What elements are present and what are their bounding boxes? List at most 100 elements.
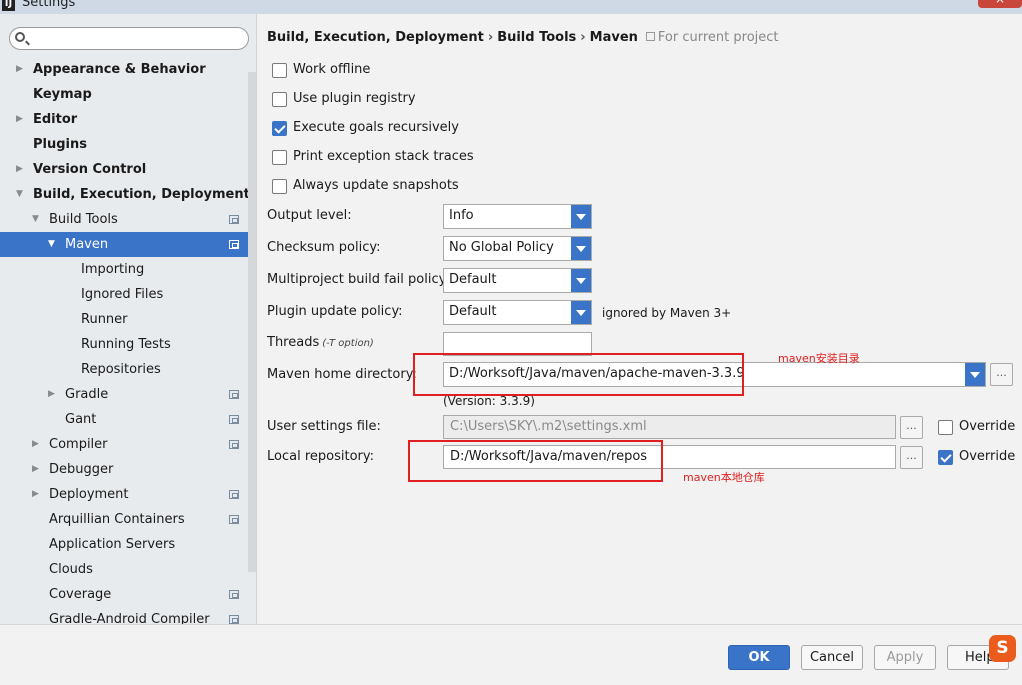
sidebar-item-label: Gant [65,412,97,427]
breadcrumb-separator: › [580,30,586,45]
plugin-update-policy-value: Default [449,304,497,319]
local-repository-highlight-box [408,440,663,482]
sidebar-scrollbar[interactable] [248,72,256,572]
sidebar-item-editor[interactable]: ▶ Editor [0,107,256,132]
output-level-select[interactable]: Info [443,204,592,229]
sidebar-item-version-control[interactable]: ▶ Version Control [0,157,256,182]
breadcrumb: Build, Execution, Deployment › Build Tools… [267,30,779,45]
chevron-down-icon[interactable] [571,205,591,228]
execute-goals-recursively-checkbox[interactable] [272,121,287,136]
chevron-down-icon[interactable] [571,301,591,324]
scope-indicator: For current project [645,30,779,45]
sidebar-item-clouds[interactable]: Clouds [0,557,256,582]
chevron-down-icon[interactable] [571,237,591,260]
sidebar-item-plugins[interactable]: Plugins [0,132,256,157]
sidebar-item-label: Build Tools [49,212,118,227]
expand-arrow-icon[interactable]: ▶ [16,57,23,82]
project-scope-icon [229,515,239,524]
chevron-down-icon[interactable] [965,363,985,386]
user-settings-file-input[interactable]: C:\Users\SKY\.m2\settings.xml [443,415,896,439]
sidebar-item-label: Plugins [33,137,87,152]
maven-settings-panel: Build, Execution, Deployment › Build Tools… [258,14,1022,624]
collapse-arrow-icon[interactable]: ▼ [48,232,55,257]
sidebar-item-label: Runner [81,312,128,327]
sidebar-item-gant[interactable]: Gant [0,407,256,432]
breadcrumb-build-execution-deployment[interactable]: Build, Execution, Deployment [267,30,484,45]
collapse-arrow-icon[interactable]: ▼ [16,182,23,207]
use-plugin-registry-checkbox[interactable] [272,92,287,107]
sidebar-item-gradle-android-compiler[interactable]: Gradle-Android Compiler [0,607,256,624]
sidebar-item-label: Importing [81,262,145,277]
sidebar-item-label: Coverage [49,587,112,602]
multiproject-fail-policy-label: Multiproject build fail policy: [267,272,450,287]
sogou-input-icon[interactable]: S [989,635,1016,662]
print-exception-stack-traces-checkbox[interactable] [272,150,287,165]
sidebar-item-appearance-behavior[interactable]: ▶ Appearance & Behavior [0,57,256,82]
sidebar-item-label: Deployment [49,487,129,502]
expand-arrow-icon[interactable]: ▶ [48,382,55,407]
sidebar-item-maven[interactable]: ▼ Maven [0,232,256,257]
cancel-button[interactable]: Cancel [801,645,863,670]
user-settings-file-value: C:\Users\SKY\.m2\settings.xml [450,419,647,434]
project-scope-icon [229,215,239,224]
checksum-policy-value: No Global Policy [449,240,554,255]
apply-button[interactable]: Apply [874,645,936,670]
sidebar-item-debugger[interactable]: ▶ Debugger [0,457,256,482]
checksum-policy-select[interactable]: No Global Policy [443,236,592,261]
always-update-snapshots-checkbox[interactable] [272,179,287,194]
ok-button[interactable]: OK [728,645,790,670]
expand-arrow-icon[interactable]: ▶ [16,107,23,132]
expand-arrow-icon[interactable]: ▶ [32,482,39,507]
local-repository-override-checkbox[interactable] [938,450,953,465]
plugin-update-policy-select[interactable]: Default [443,300,592,325]
sidebar-item-coverage[interactable]: Coverage [0,582,256,607]
threads-hint: (-T option) [322,338,374,349]
sidebar-item-repositories[interactable]: Repositories [0,357,256,382]
user-settings-browse-button[interactable]: ... [900,416,923,439]
sidebar-item-label: Keymap [33,87,92,102]
expand-arrow-icon[interactable]: ▶ [32,457,39,482]
breadcrumb-build-tools[interactable]: Build Tools [497,30,576,45]
sidebar-item-label: Editor [33,112,78,127]
sidebar-item-gradle[interactable]: ▶ Gradle [0,382,256,407]
execute-goals-recursively-label: Execute goals recursively [293,120,459,135]
sidebar-item-compiler[interactable]: ▶ Compiler [0,432,256,457]
scope-label: For current project [657,30,779,45]
use-plugin-registry-label: Use plugin registry [293,91,416,106]
sidebar-item-running-tests[interactable]: Running Tests [0,332,256,357]
settings-sidebar: ▶ Appearance & Behavior Keymap ▶ Editor … [0,14,257,624]
sidebar-item-application-servers[interactable]: Application Servers [0,532,256,557]
local-repository-browse-button[interactable]: ... [900,446,923,469]
sidebar-item-deployment[interactable]: ▶ Deployment [0,482,256,507]
sidebar-item-label: Gradle [65,387,109,402]
multiproject-fail-policy-value: Default [449,272,497,287]
multiproject-fail-policy-select[interactable]: Default [443,268,592,293]
sidebar-item-arquillian-containers[interactable]: Arquillian Containers [0,507,256,532]
sidebar-item-runner[interactable]: Runner [0,307,256,332]
maven-home-browse-button[interactable]: ... [990,363,1013,386]
sidebar-item-build-execution-deployment[interactable]: ▼ Build, Execution, Deployment [0,182,256,207]
print-exception-stack-traces-label: Print exception stack traces [293,149,474,164]
user-settings-file-label: User settings file: [267,419,381,434]
settings-search-input[interactable] [9,27,249,50]
work-offline-checkbox[interactable] [272,63,287,78]
close-window-button[interactable] [978,0,1022,8]
project-scope-icon [645,32,655,41]
sidebar-item-keymap[interactable]: Keymap [0,82,256,107]
maven-version-text: (Version: 3.3.9) [443,394,535,408]
expand-arrow-icon[interactable]: ▶ [16,157,23,182]
project-scope-icon [229,240,239,249]
chevron-down-icon[interactable] [571,269,591,292]
sidebar-item-importing[interactable]: Importing [0,257,256,282]
checksum-policy-label: Checksum policy: [267,240,381,255]
window-title: Settings [22,0,76,10]
sidebar-item-ignored-files[interactable]: Ignored Files [0,282,256,307]
project-scope-icon [229,390,239,399]
user-settings-override-checkbox[interactable] [938,420,953,435]
dialog-button-bar: OK Cancel Apply Help S [0,624,1022,685]
sidebar-item-label: Application Servers [49,537,176,552]
expand-arrow-icon[interactable]: ▶ [32,432,39,457]
collapse-arrow-icon[interactable]: ▼ [32,207,39,232]
project-scope-icon [229,490,239,499]
sidebar-item-build-tools[interactable]: ▼ Build Tools [0,207,256,232]
